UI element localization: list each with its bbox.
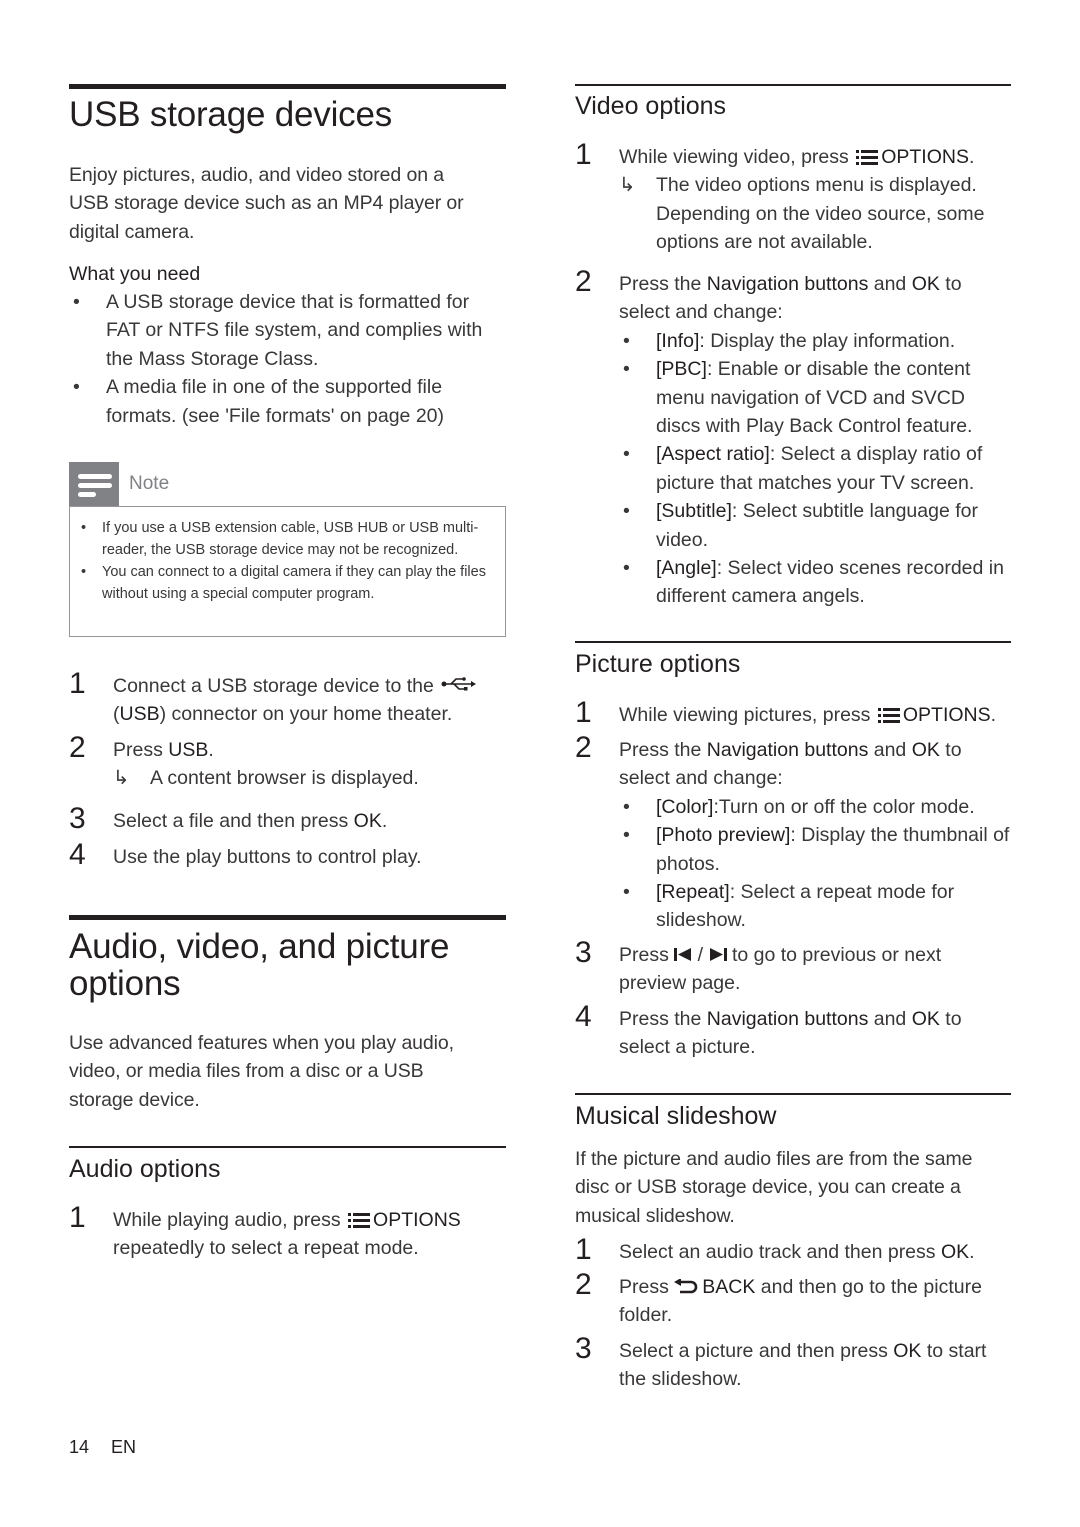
video-step-1: 1 While viewing video, press OPTIONS. ↳ … [575, 140, 1011, 257]
subsection-rule [575, 641, 1011, 643]
note-header: Note [69, 462, 506, 507]
musical-slideshow-title: Musical slideshow [575, 1102, 777, 1130]
step-result: ↳ The video options menu is displayed. D… [619, 171, 1011, 256]
note-box: • If you use a USB extension cable, USB … [69, 506, 506, 637]
step-result: ↳ A content browser is displayed. [113, 764, 506, 792]
picture-option-list: • [Color]:Turn on or off the color mode. … [619, 793, 1011, 935]
options-icon [877, 708, 900, 723]
next-icon [709, 948, 727, 961]
subsection-rule [575, 84, 1011, 86]
what-you-need: What you need • A USB storage device tha… [69, 260, 506, 430]
audio-step-1: 1 While playing audio, press OPTIONS rep… [69, 1201, 461, 1260]
slideshow-step-3: 3 Select a picture and then press OK to … [575, 1332, 987, 1391]
picture-step-2: 2 Press the Navigation buttons and OK to… [575, 733, 1011, 935]
picture-step-1: 1 While viewing pictures, press OPTIONS. [575, 696, 997, 729]
what-you-need-label: What you need [69, 263, 201, 285]
video-option-list: • [Info]: Display the play information. •… [619, 327, 1011, 611]
options-icon [856, 150, 879, 165]
picture-option-item: • [Color]:Turn on or off the color mode. [623, 795, 975, 818]
audio-options-title: Audio options [69, 1155, 221, 1183]
bullet: • [73, 291, 80, 313]
language-code: EN [111, 1437, 137, 1457]
section-rule [69, 84, 506, 89]
usb-step-4: 4 Use the play buttons to control play. [69, 838, 422, 871]
bullet: • [73, 376, 80, 399]
usb-step-1: 1 Connect a USB storage device to the (U… [69, 669, 506, 729]
result-arrow-icon: ↳ [113, 767, 130, 790]
slideshow-step-2: 2 Press BACK and then go to the picture … [575, 1268, 982, 1327]
usb-section-title: USB storage devices [69, 95, 393, 134]
picture-option-item: • [Photo preview]: Display the thumbnail … [623, 824, 1010, 875]
usb-step-3: 3 Select a file and then press OK. [69, 802, 388, 835]
note-item: • You can connect to a digital camera if… [81, 564, 486, 602]
video-option-item: • [Aspect ratio]: Select a display ratio … [623, 443, 983, 494]
picture-options-title: Picture options [575, 650, 741, 678]
avp-intro: Use advanced features when you play audi… [69, 1032, 454, 1111]
page-footer: 14 EN [69, 1437, 158, 1458]
picture-step-3: 3 Press / to go to previous or next prev… [575, 936, 942, 995]
back-icon [674, 1278, 698, 1294]
video-option-item: • [PBC]: Enable or disable the content me… [623, 358, 973, 438]
slideshow-step-1: 1 Select an audio track and then press O… [575, 1233, 975, 1266]
usb-intro: Enjoy pictures, audio, and video stored … [69, 164, 464, 243]
video-option-item: • [Angle]: Select video scenes recorded i… [623, 557, 1004, 608]
need-item: • A USB storage device that is formatted… [69, 288, 506, 373]
picture-option-item: • [Repeat]: Select a repeat mode for slid… [623, 881, 955, 932]
note-item: • If you use a USB extension cable, USB … [81, 520, 479, 558]
usb-step-2: 2 Press USB. ↳ A content browser is disp… [69, 733, 506, 793]
picture-step-4: 4 Press the Navigation buttons and OK to… [575, 1000, 962, 1059]
section-rule [69, 915, 506, 920]
avp-section-title: Audio, video, and picture options [69, 927, 450, 1003]
options-icon [348, 1213, 371, 1228]
page-number: 14 [69, 1437, 90, 1457]
video-option-item: • [Subtitle]: Select subtitle language fo… [623, 500, 978, 551]
subsection-rule [69, 1146, 506, 1148]
result-arrow-icon: ↳ [619, 174, 636, 197]
note-label: Note [129, 473, 170, 494]
musical-slideshow-intro: If the picture and audio files are from … [575, 1148, 973, 1227]
usb-icon [441, 677, 477, 691]
need-item: • A media file in one of the supported f… [69, 373, 506, 430]
video-options-title: Video options [575, 92, 727, 120]
previous-icon [674, 948, 692, 961]
subsection-rule [575, 1093, 1011, 1095]
note-icon [69, 462, 119, 507]
video-step-2: 2 Press the Navigation buttons and OK to… [575, 267, 1011, 611]
video-option-item: • [Info]: Display the play information. [623, 329, 956, 352]
